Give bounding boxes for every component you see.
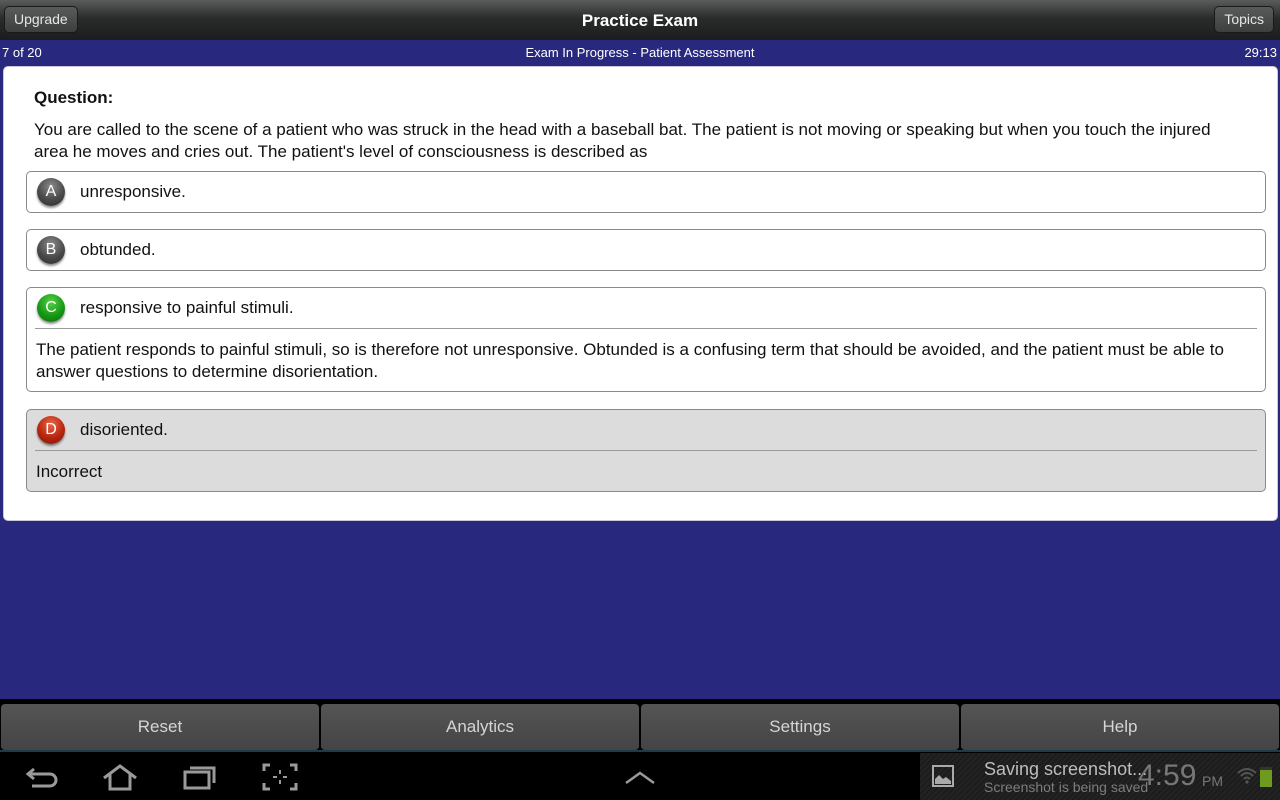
- question-label: Question:: [34, 88, 114, 107]
- reset-button[interactable]: Reset: [1, 704, 319, 750]
- answer-option-b[interactable]: B obtunded.: [26, 229, 1266, 271]
- topics-button[interactable]: Topics: [1214, 6, 1274, 33]
- exam-subtitle: Exam In Progress - Patient Assessment: [525, 45, 755, 60]
- answer-text: disoriented.: [80, 420, 168, 439]
- notification-subtitle: Screenshot is being saved: [984, 779, 1149, 795]
- answer-explanation: The patient responds to painful stimuli,…: [36, 340, 1224, 381]
- title-bar: Upgrade Practice Exam Topics: [0, 0, 1280, 40]
- answer-text: responsive to painful stimuli.: [80, 298, 294, 317]
- bottom-toolbar: Reset Analytics Settings Help: [0, 699, 1280, 753]
- help-button[interactable]: Help: [961, 704, 1279, 750]
- answer-text: unresponsive.: [80, 182, 186, 201]
- answer-option-a[interactable]: A unresponsive.: [26, 171, 1266, 213]
- page-title: Practice Exam: [581, 11, 699, 30]
- answer-option-d[interactable]: D disoriented. Incorrect: [26, 409, 1266, 492]
- system-nav-bar: Saving screenshot... Screenshot is being…: [0, 753, 1280, 800]
- exam-status-bar: 7 of 20 Exam In Progress - Patient Asses…: [0, 40, 1280, 65]
- system-clock: 4:59: [1138, 759, 1197, 792]
- chevron-up-icon[interactable]: [620, 761, 660, 793]
- question-text: You are called to the scene of a patient…: [34, 120, 1211, 161]
- answer-option-c[interactable]: C responsive to painful stimuli. The pat…: [26, 287, 1266, 392]
- analytics-button[interactable]: Analytics: [321, 704, 639, 750]
- answer-feedback: Incorrect: [36, 462, 103, 481]
- settings-button[interactable]: Settings: [641, 704, 959, 750]
- answer-letter-badge: A: [37, 178, 65, 206]
- answer-letter-badge: C: [37, 294, 65, 322]
- question-panel: Question: You are called to the scene of…: [3, 66, 1278, 521]
- image-icon: [932, 765, 954, 787]
- recent-apps-icon[interactable]: [180, 761, 220, 793]
- timer: 29:13: [1244, 45, 1277, 60]
- wifi-icon: [1237, 768, 1257, 784]
- screenshot-notification[interactable]: Saving screenshot... Screenshot is being…: [920, 753, 1280, 800]
- battery-icon: [1260, 767, 1272, 787]
- notification-title: Saving screenshot...: [984, 759, 1148, 779]
- screenshot-icon[interactable]: [260, 761, 300, 793]
- answer-letter-badge: D: [37, 416, 65, 444]
- home-icon[interactable]: [100, 761, 140, 793]
- answer-letter-badge: B: [37, 236, 65, 264]
- answer-text: obtunded.: [80, 240, 156, 259]
- back-icon[interactable]: [22, 761, 62, 793]
- divider: [0, 750, 1280, 752]
- system-clock-ampm: PM: [1202, 773, 1223, 789]
